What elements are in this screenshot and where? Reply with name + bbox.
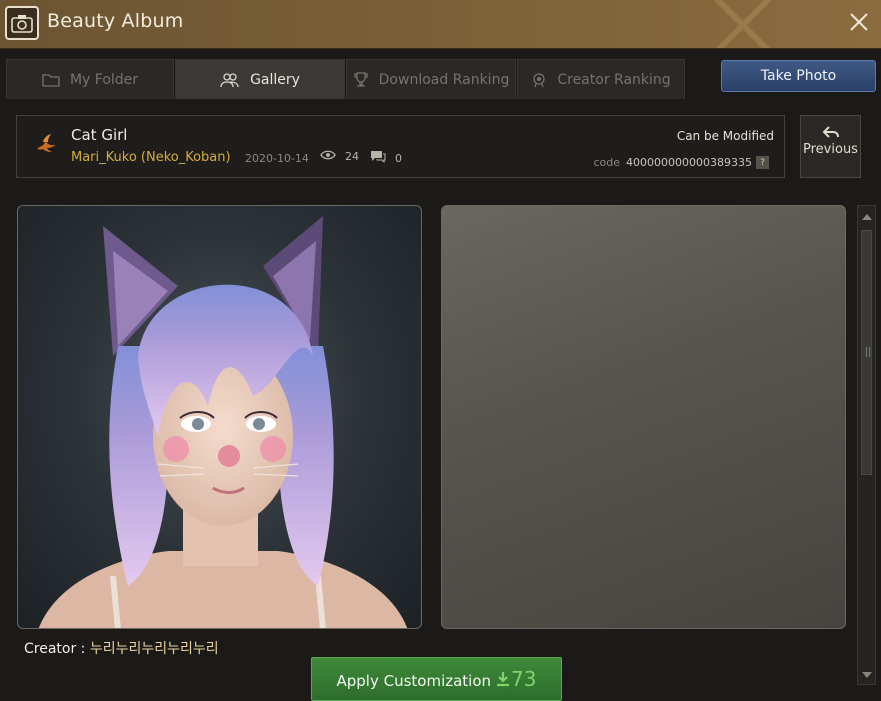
tab-creator-ranking[interactable]: Creator Ranking	[517, 59, 685, 99]
phoenix-icon	[35, 132, 59, 158]
scroll-thumb[interactable]	[861, 230, 872, 475]
views-count: 24	[320, 150, 359, 163]
creator-line: Creator : 누리누리누리누리누리	[24, 638, 219, 658]
apply-label: Apply Customization	[336, 672, 492, 690]
tab-gallery[interactable]: Gallery	[175, 59, 345, 99]
creator-value: 누리누리누리누리누리	[89, 641, 219, 657]
comments-count: 0	[370, 150, 402, 166]
tab-label: Gallery	[250, 71, 300, 88]
entry-info-panel: Cat Girl Mari_Kuko (Neko_Koban) 2020-10-…	[16, 115, 785, 178]
download-count-value: 73	[511, 667, 537, 691]
scrollbar[interactable]	[857, 205, 876, 685]
tab-download-ranking[interactable]: Download Ranking	[346, 59, 516, 99]
trophy-icon	[353, 71, 369, 88]
window-title: Beauty Album	[47, 10, 184, 32]
tab-label: Download Ranking	[378, 71, 510, 88]
back-arrow-icon	[822, 126, 839, 138]
scroll-down-icon[interactable]	[862, 672, 872, 678]
character-photo[interactable]	[17, 205, 422, 629]
code-label: code	[593, 156, 621, 169]
download-icon	[497, 672, 510, 687]
tab-label: Creator Ranking	[557, 71, 671, 88]
previous-label: Previous	[803, 142, 858, 157]
help-icon[interactable]: ?	[756, 156, 769, 169]
download-count: 73	[495, 667, 537, 691]
secondary-photo[interactable]	[441, 205, 846, 629]
modifiable-label: Can be Modified	[676, 129, 774, 143]
entry-name: Cat Girl	[71, 126, 128, 144]
comment-icon	[370, 150, 395, 166]
entry-code: code 400000000000389335 ?	[593, 156, 769, 169]
apply-customization-button[interactable]: Apply Customization 73	[311, 657, 562, 701]
scroll-up-icon[interactable]	[862, 214, 872, 220]
close-icon[interactable]	[847, 10, 871, 34]
eye-icon	[320, 150, 345, 163]
camera-icon	[5, 6, 39, 40]
previous-button[interactable]: Previous	[800, 115, 861, 178]
title-bar: Beauty Album	[0, 0, 881, 49]
take-photo-button[interactable]: Take Photo	[721, 60, 876, 92]
title-bar-decoration	[661, 0, 841, 48]
folder-icon	[42, 73, 60, 87]
code-value: 400000000000389335	[626, 156, 752, 169]
tab-my-folder[interactable]: My Folder	[6, 59, 174, 99]
views-value: 24	[345, 150, 359, 163]
medal-icon	[531, 72, 547, 88]
creator-label: Creator :	[24, 641, 90, 657]
entry-date: 2020-10-14	[245, 152, 309, 165]
users-icon	[220, 72, 240, 88]
tab-label: My Folder	[69, 71, 139, 88]
entry-author[interactable]: Mari_Kuko (Neko_Koban)	[71, 150, 231, 165]
comments-value: 0	[395, 151, 402, 165]
